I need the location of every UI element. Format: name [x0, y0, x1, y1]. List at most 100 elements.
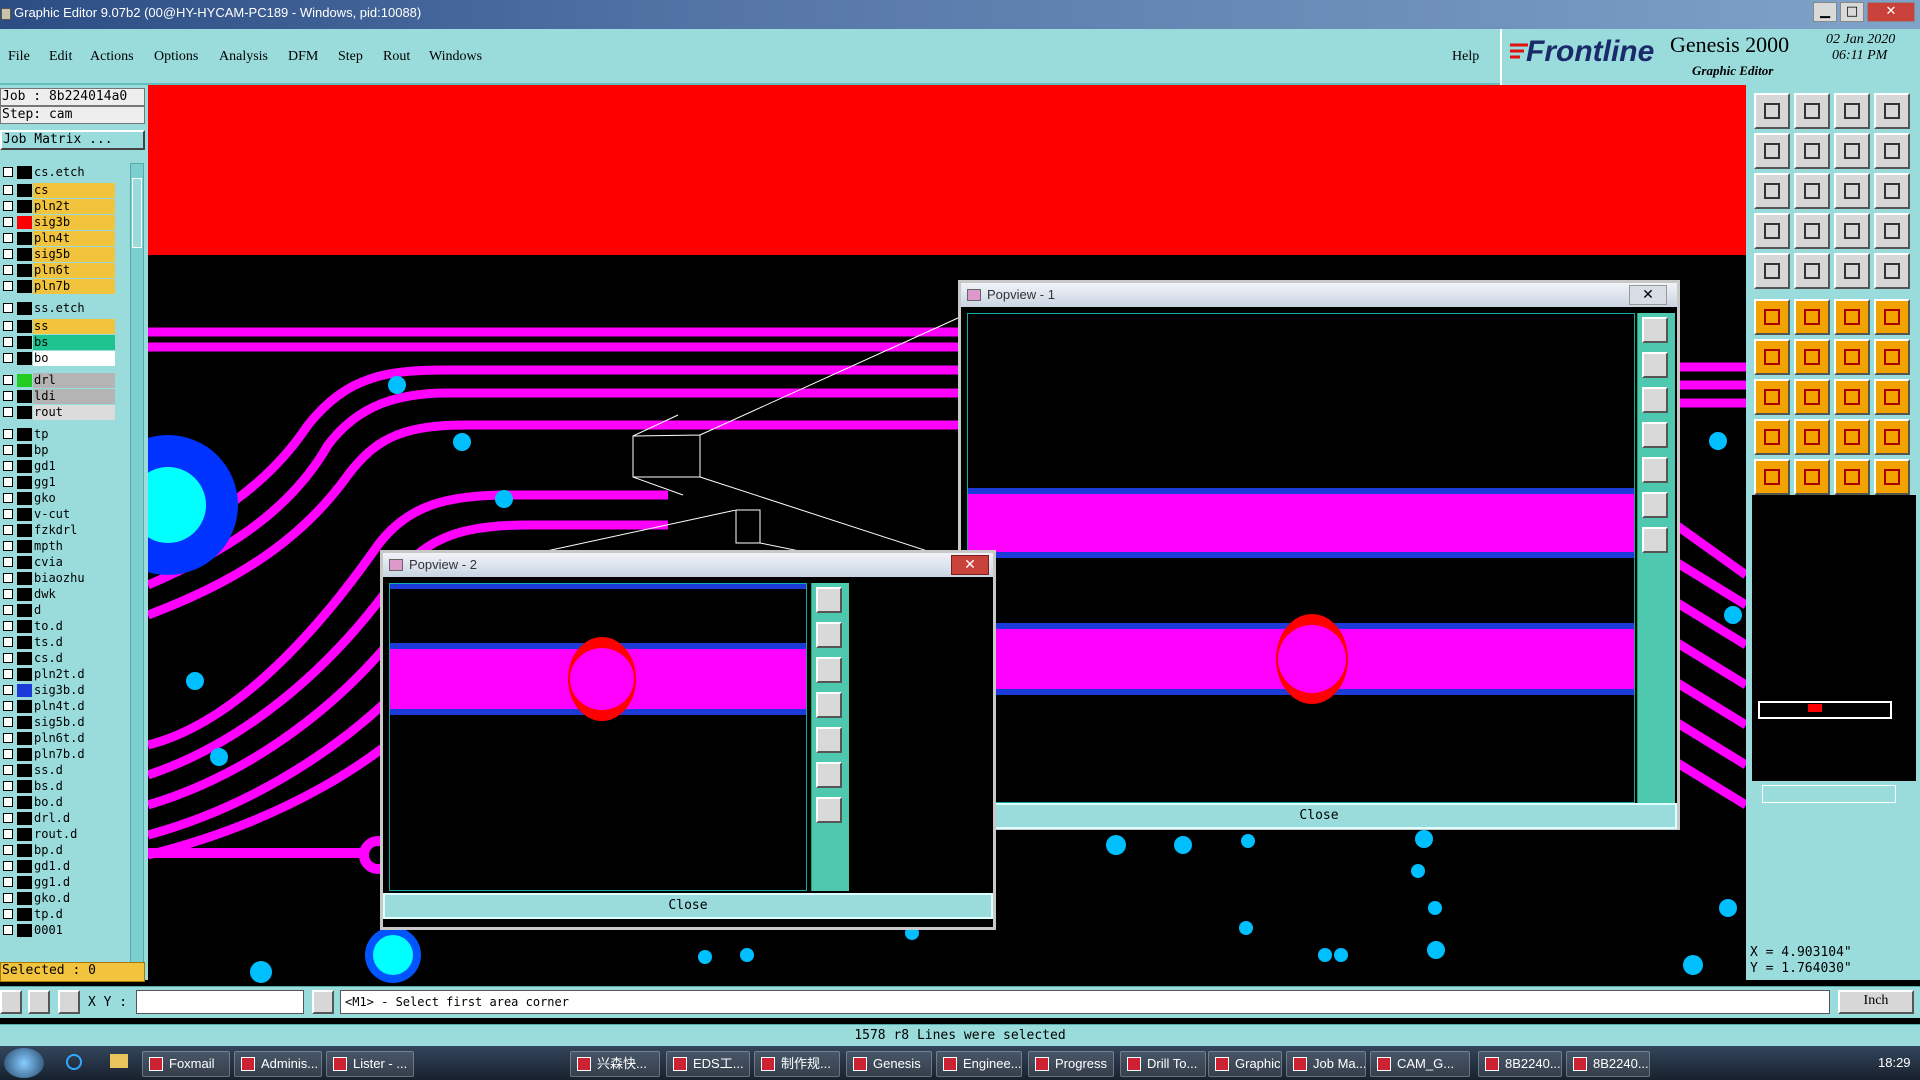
menu-step[interactable]: Step: [338, 49, 363, 65]
popview-2-close-icon[interactable]: ✕: [951, 555, 989, 575]
layer-row[interactable]: bp: [0, 443, 118, 458]
tri-a-icon[interactable]: [1754, 419, 1790, 455]
layer-checkbox[interactable]: [3, 589, 13, 599]
layer-checkbox[interactable]: [3, 461, 13, 471]
clear-icon[interactable]: [1874, 213, 1910, 249]
popview-tool-icon[interactable]: [1642, 387, 1668, 413]
taskbar-item[interactable]: 制作规...: [754, 1051, 840, 1077]
tri-c-icon[interactable]: [1834, 419, 1870, 455]
tri-b-icon[interactable]: [1794, 419, 1830, 455]
layer-name[interactable]: ss: [33, 319, 115, 334]
cursor-a-icon[interactable]: [1754, 459, 1790, 495]
popview-tool-icon[interactable]: [816, 657, 842, 683]
popview-tool-icon[interactable]: [1642, 492, 1668, 518]
popview-tool-icon[interactable]: [1642, 527, 1668, 553]
layer-name[interactable]: pln4t: [33, 231, 115, 246]
layer-name[interactable]: bp.d: [33, 843, 115, 858]
taskbar-item[interactable]: Graphic...: [1208, 1051, 1282, 1077]
layer-name[interactable]: 0001: [33, 923, 115, 938]
popview-1-close-button[interactable]: Close: [961, 803, 1677, 829]
popview-tool-icon[interactable]: [816, 692, 842, 718]
snap-icon[interactable]: [1874, 133, 1910, 169]
layer-checkbox[interactable]: [3, 167, 13, 177]
layer-row[interactable]: gd1: [0, 459, 118, 474]
layer-checkbox[interactable]: [3, 861, 13, 871]
layer-name[interactable]: tp.d: [33, 907, 115, 922]
layer-row[interactable]: cs: [0, 183, 118, 198]
graphic-canvas[interactable]: Popview - 1 ✕ Close Popview - 2 ✕ Close: [148, 85, 1746, 986]
layer-name[interactable]: cs.etch: [33, 165, 115, 180]
taskbar-item[interactable]: 兴森快...: [570, 1051, 660, 1077]
layer-checkbox[interactable]: [3, 281, 13, 291]
layer-name[interactable]: cs.d: [33, 651, 115, 666]
layer-row[interactable]: bp.d: [0, 843, 118, 858]
tri-d-icon[interactable]: [1874, 419, 1910, 455]
copy-icon[interactable]: [1874, 379, 1910, 415]
layer-name[interactable]: mpth: [33, 539, 115, 554]
layer-name[interactable]: gg1.d: [33, 875, 115, 890]
measure-icon[interactable]: [1834, 379, 1870, 415]
layer-checkbox[interactable]: [3, 765, 13, 775]
menu-actions[interactable]: Actions: [90, 49, 134, 65]
layer-name[interactable]: dwk: [33, 587, 115, 602]
layer-name[interactable]: pln6t: [33, 263, 115, 278]
layer-row[interactable]: fzkdrl: [0, 523, 118, 538]
center-icon[interactable]: [1794, 173, 1830, 209]
layer-name[interactable]: cs: [33, 183, 115, 198]
taskbar-item[interactable]: Job Ma...: [1286, 1051, 1366, 1077]
menu-analysis[interactable]: Analysis: [219, 49, 268, 65]
layer-row[interactable]: ldi: [0, 389, 118, 404]
layer-checkbox[interactable]: [3, 717, 13, 727]
layer-row[interactable]: drl: [0, 373, 118, 388]
menu-rout[interactable]: Rout: [383, 49, 410, 65]
layer-checkbox[interactable]: [3, 391, 13, 401]
layer-name[interactable]: pln7b: [33, 279, 115, 294]
layer-checkbox[interactable]: [3, 893, 13, 903]
taskbar-item[interactable]: Foxmail: [142, 1051, 230, 1077]
job-matrix-button[interactable]: Job Matrix ...: [0, 130, 145, 150]
layer-checkbox[interactable]: [3, 733, 13, 743]
layer-name[interactable]: bo.d: [33, 795, 115, 810]
layer-name[interactable]: bs: [33, 335, 115, 350]
layer-checkbox[interactable]: [3, 265, 13, 275]
popview-2-canvas[interactable]: [388, 582, 808, 892]
menu-windows[interactable]: Windows: [429, 49, 482, 65]
layer-name[interactable]: bo: [33, 351, 115, 366]
angle-icon[interactable]: [1754, 339, 1790, 375]
layer-row[interactable]: rout: [0, 405, 118, 420]
fit-icon[interactable]: [1754, 173, 1790, 209]
layer-row[interactable]: pln4t.d: [0, 699, 118, 714]
grid-icon[interactable]: [58, 990, 80, 1014]
layer-checkbox[interactable]: [3, 217, 13, 227]
layer-row[interactable]: bs: [0, 335, 118, 350]
layer-row[interactable]: ss.d: [0, 763, 118, 778]
layer-name[interactable]: biaozhu: [33, 571, 115, 586]
layer-row[interactable]: sig5b.d: [0, 715, 118, 730]
layer-name[interactable]: pln2t.d: [33, 667, 115, 682]
layer-checkbox[interactable]: [3, 653, 13, 663]
popview-tool-icon[interactable]: [816, 797, 842, 823]
measure-icon[interactable]: [28, 990, 50, 1014]
layer-checkbox[interactable]: [3, 877, 13, 887]
move-down-icon[interactable]: [1794, 93, 1830, 129]
layer-name[interactable]: pln2t: [33, 199, 115, 214]
maximize-button[interactable]: □: [1840, 2, 1864, 22]
layer-name[interactable]: pln6t.d: [33, 731, 115, 746]
layer-row[interactable]: bs.d: [0, 779, 118, 794]
layer-name[interactable]: sig3b: [33, 215, 115, 230]
cross-icon[interactable]: [1794, 299, 1830, 335]
popview-tool-icon[interactable]: [816, 587, 842, 613]
ie-icon[interactable]: [66, 1054, 82, 1070]
layer-row[interactable]: to.d: [0, 619, 118, 634]
layer-row[interactable]: sig3b.d: [0, 683, 118, 698]
layer-name[interactable]: v-cut: [33, 507, 115, 522]
layer-row[interactable]: bo.d: [0, 795, 118, 810]
layer-row[interactable]: pln2t: [0, 199, 118, 214]
overview-frame[interactable]: [1758, 701, 1892, 719]
cursor-b-icon[interactable]: [1794, 459, 1830, 495]
taskbar-item[interactable]: Genesis: [846, 1051, 932, 1077]
popview-tool-icon[interactable]: [1642, 352, 1668, 378]
layer-row[interactable]: v-cut: [0, 507, 118, 522]
layer-checkbox[interactable]: [3, 925, 13, 935]
layer-name[interactable]: to.d: [33, 619, 115, 634]
